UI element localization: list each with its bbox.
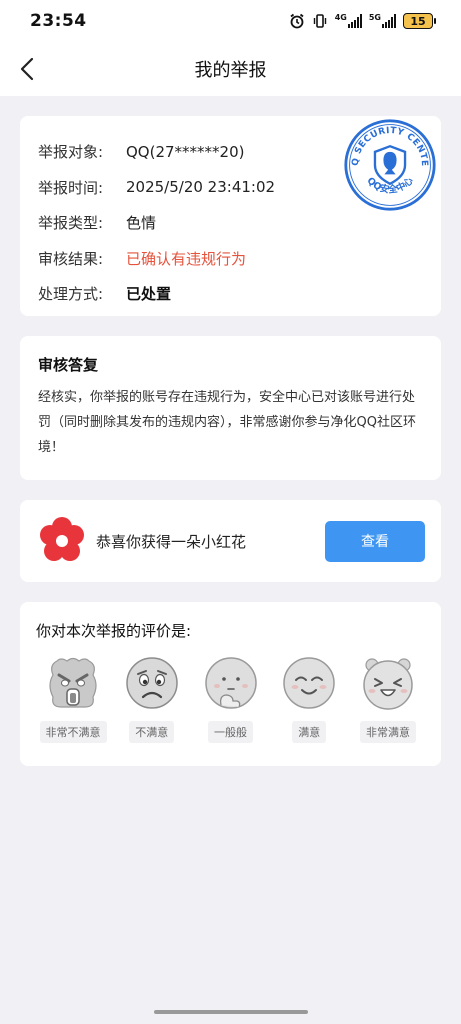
review-reply-card: 审核答复 经核实，你举报的账号存在违规行为，安全中心已对该账号进行处罚（同时删除…: [20, 336, 441, 480]
rating-option-very-unsatisfied[interactable]: 非常不满意: [34, 655, 112, 743]
signal-4g: 4G: [335, 14, 362, 28]
status-time: 23:54: [30, 11, 87, 31]
rating-title: 你对本次举报的评价是:: [36, 622, 192, 640]
back-arrow-icon[interactable]: [14, 54, 44, 84]
neutral-face-icon: [204, 657, 257, 709]
handling-label: 处理方式:: [38, 285, 104, 304]
review-result-row: 审核结果: 已确认有违规行为: [38, 241, 423, 277]
alarm-icon: [290, 13, 304, 29]
network-5g-label: 5G: [368, 13, 381, 22]
report-type-value: 色情: [126, 214, 157, 233]
rating-label-unsatisfied: 不满意: [129, 721, 175, 743]
review-reply-title: 审核答复: [38, 356, 99, 374]
report-target-value: QQ(27******20): [126, 142, 245, 161]
handling-row: 处理方式: 已处置: [38, 276, 423, 312]
review-result-label: 审核结果:: [38, 249, 104, 268]
vibrate-icon: [313, 14, 326, 28]
rating-label-neutral: 一般般: [208, 721, 253, 743]
rating-options: 非常不满意 不满意 一般般 满意 非常满意: [34, 655, 427, 743]
rating-card: 你对本次举报的评价是: 非常不满意 不满意 一般般 满意 非常满意: [20, 602, 441, 766]
home-indicator[interactable]: [154, 1010, 308, 1014]
handling-value: 已处置: [126, 285, 172, 304]
page-title: 我的举报: [194, 60, 267, 81]
svg-text:QQ安全中心: QQ安全中心: [364, 175, 416, 196]
red-flower-icon: [40, 517, 84, 561]
review-result-value: 已确认有违规行为: [126, 249, 247, 268]
rating-option-neutral[interactable]: 一般般: [192, 655, 270, 743]
red-flower-text: 恭喜你获得一朵小红花: [96, 532, 247, 551]
nav-bar: 我的举报: [0, 42, 461, 96]
very-satisfied-face-icon: [363, 658, 413, 710]
rating-option-satisfied[interactable]: 满意: [270, 655, 348, 743]
status-bar: 23:54 4G 5G 15: [0, 0, 461, 42]
rating-option-unsatisfied[interactable]: 不满意: [113, 655, 191, 743]
signal-bars-icon: [382, 14, 396, 28]
unsatisfied-face-icon: [126, 657, 178, 709]
rating-label-satisfied: 满意: [292, 721, 327, 743]
very-unsatisfied-face-icon: [49, 657, 97, 708]
report-time-value: 2025/5/20 23:41:02: [126, 178, 276, 197]
report-type-label: 举报类型:: [38, 214, 104, 233]
red-flower-card: 恭喜你获得一朵小红花 查看: [20, 500, 441, 582]
battery-icon: 15: [403, 13, 436, 29]
report-time-label: 举报时间:: [38, 178, 104, 197]
rating-label-very-satisfied: 非常满意: [360, 721, 416, 743]
network-4g-label: 4G: [334, 13, 347, 22]
report-target-label: 举报对象:: [38, 143, 104, 162]
signal-5g: 5G: [369, 14, 396, 28]
status-icons: 4G 5G 15: [289, 13, 436, 29]
signal-bars-icon: [347, 14, 362, 28]
rating-option-very-satisfied[interactable]: 非常满意: [349, 655, 427, 743]
rating-label-very-unsatisfied: 非常不满意: [39, 721, 107, 743]
view-button[interactable]: 查看: [325, 520, 425, 562]
qq-security-center-stamp-icon: QQ SECURITY CENTER QQ安全中心: [343, 118, 436, 211]
battery-level: 15: [410, 14, 426, 28]
review-reply-text: 经核实，你举报的账号存在违规行为，安全中心已对该账号进行处罚（同时删除其发布的违…: [38, 390, 416, 455]
report-details-card: 举报对象: QQ(27******20) 举报时间: 2025/5/20 23:…: [20, 116, 441, 316]
satisfied-face-icon: [283, 657, 335, 709]
